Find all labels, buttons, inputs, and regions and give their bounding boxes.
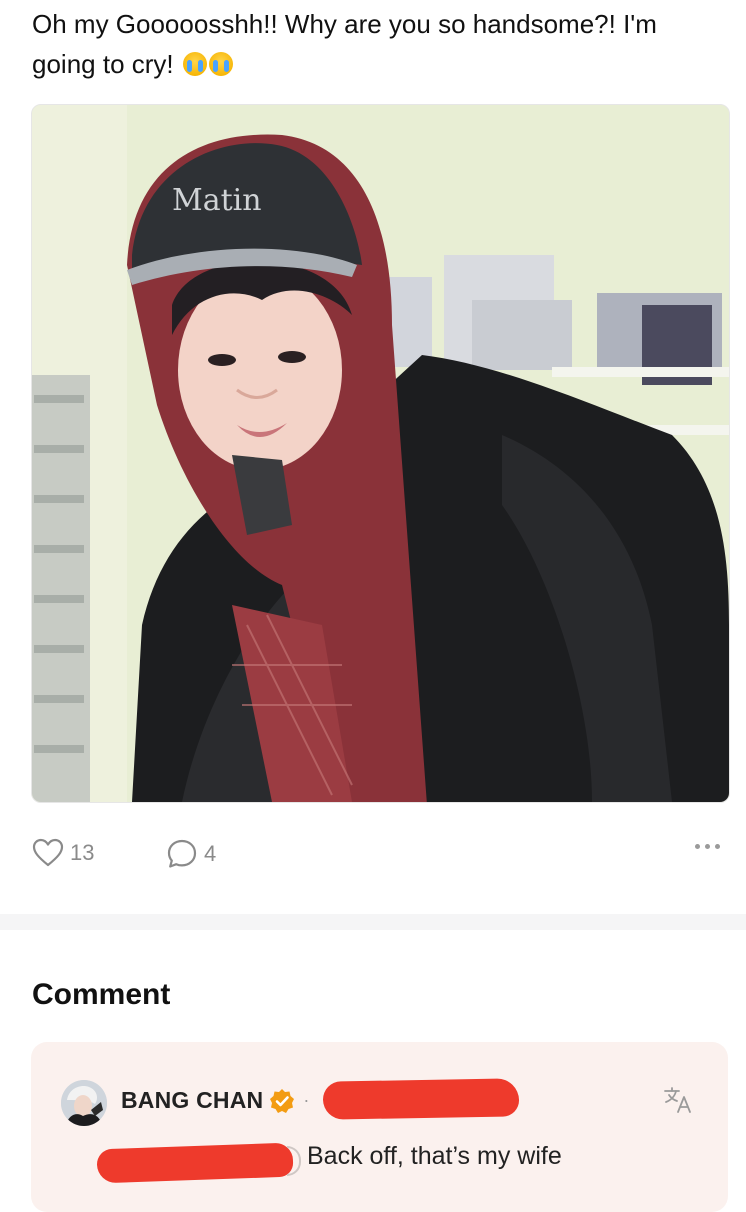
redaction-mark: [322, 1078, 520, 1120]
comment-author-name[interactable]: BANG CHAN: [121, 1087, 263, 1114]
crying-face-emoji-icon: [182, 52, 207, 76]
section-divider: [0, 914, 746, 930]
comment-section-heading: Comment: [32, 978, 171, 1011]
post-photo-illustration: Matin: [32, 105, 729, 802]
crying-face-emoji-icon: [208, 52, 233, 76]
more-horizontal-icon: [695, 844, 700, 849]
more-dot: [715, 844, 720, 849]
like-count: 13: [70, 840, 95, 865]
redaction-mark: [96, 1142, 294, 1184]
separator-dot: ·: [303, 1090, 310, 1110]
comment-count: 4: [204, 841, 217, 866]
post-photo[interactable]: Matin: [31, 104, 730, 803]
comment-card[interactable]: BANG CHAN · Back off, that’s my wife: [31, 1042, 728, 1212]
verified-badge-icon: [270, 1088, 295, 1113]
more-options-button[interactable]: [695, 844, 720, 849]
more-dot: [705, 844, 710, 849]
avatar-image: [61, 1080, 107, 1126]
speech-bubble-icon: [167, 839, 197, 868]
magazine-rack: [32, 375, 90, 802]
cap-text: Matin: [172, 183, 262, 218]
comment-author-row: BANG CHAN ·: [121, 1087, 309, 1114]
like-button[interactable]: 13: [32, 838, 94, 868]
comment-body-row: Back off, that’s my wife: [96, 1140, 697, 1184]
heart-outline-icon: [32, 838, 64, 867]
comment-text: Back off, that’s my wife: [307, 1142, 562, 1170]
avatar[interactable]: [61, 1080, 107, 1126]
post-text-content: Oh my Gooooosshh!! Why are you so handso…: [32, 9, 657, 79]
translate-button[interactable]: [662, 1084, 694, 1121]
comment-button[interactable]: 4: [166, 838, 216, 870]
redaction-residue: [287, 1146, 301, 1176]
post-text: Oh my Gooooosshh!! Why are you so handso…: [32, 4, 722, 84]
translate-icon: [664, 1087, 691, 1113]
post-actions: 13 4: [32, 838, 722, 874]
